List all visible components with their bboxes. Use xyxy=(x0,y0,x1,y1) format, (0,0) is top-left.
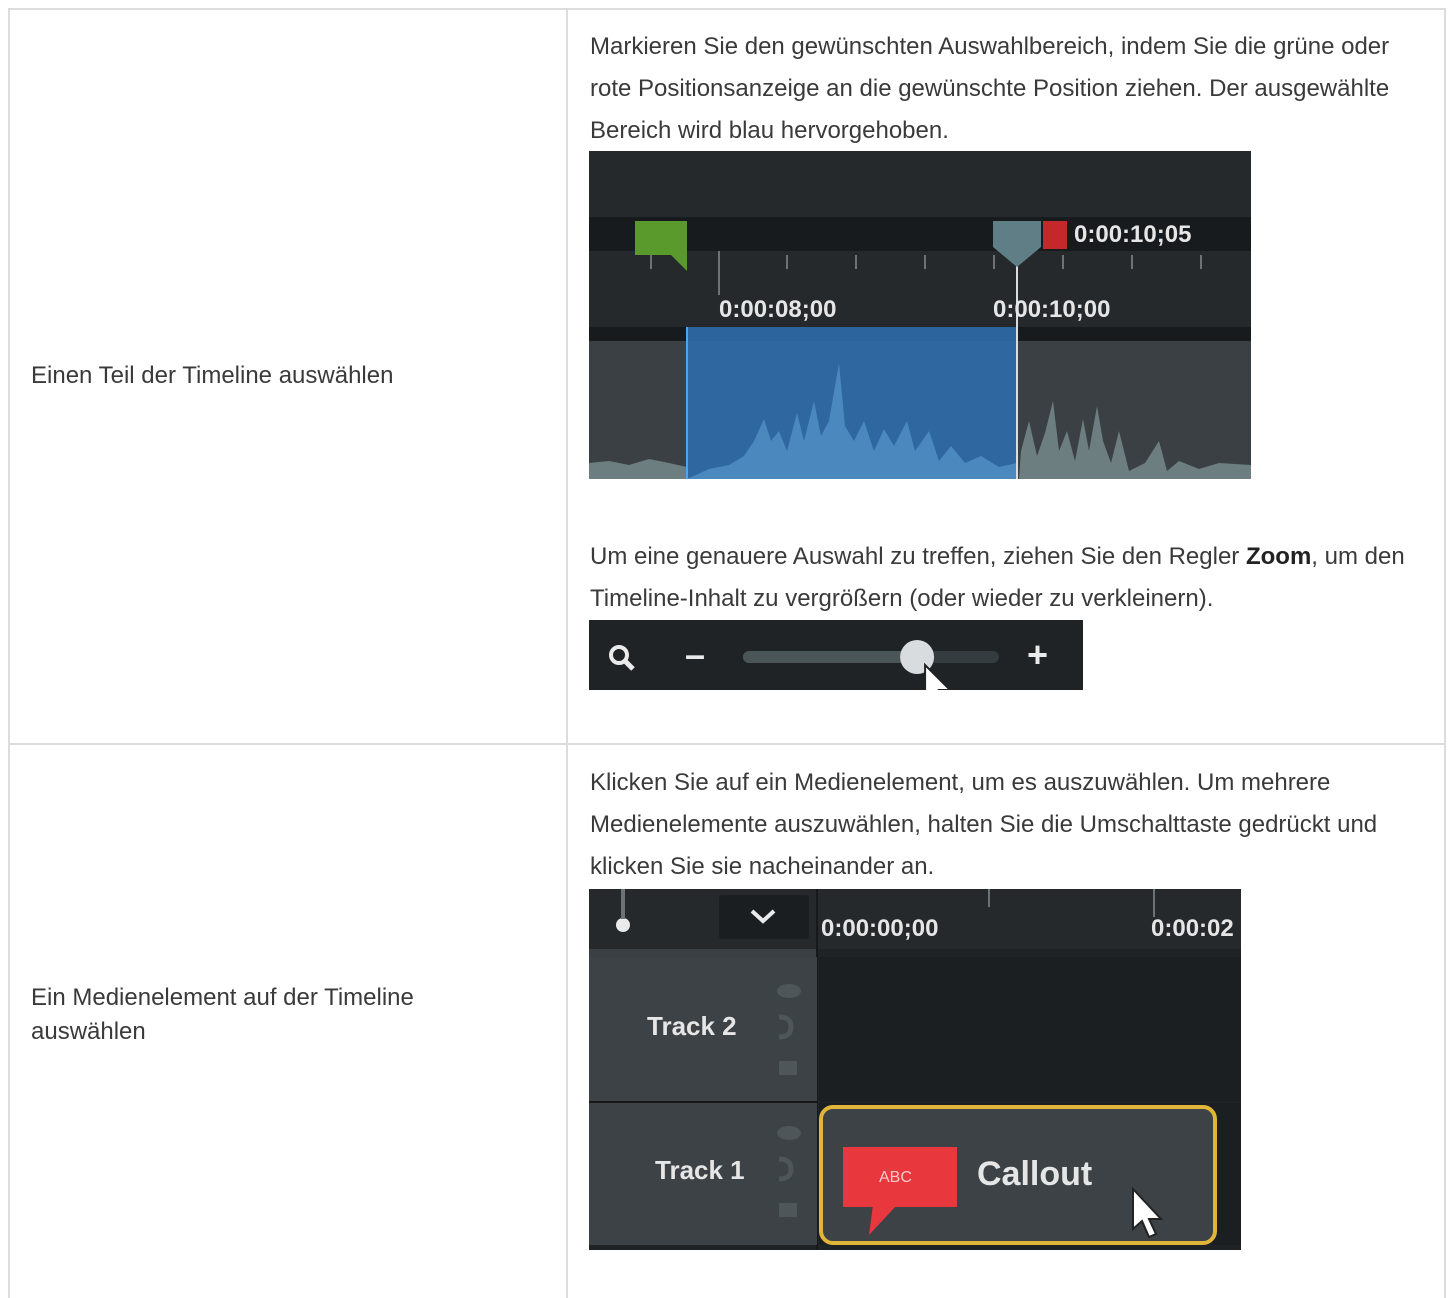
cursor-icon xyxy=(924,662,952,690)
callout-icon-text: ABC xyxy=(879,1169,912,1186)
tracks-screenshot: 0:00:00;00 0:00:02 Track 2 Track 1 ABC C… xyxy=(589,889,1241,1250)
row1-zoom-description: Um eine genauere Auswahl zu treffen, zie… xyxy=(590,543,1405,612)
selection-end-time: 0:00:10;05 xyxy=(1074,221,1192,248)
row1-label: Einen Teil der Timeline auswählen xyxy=(31,362,394,389)
zoom-in-button[interactable]: + xyxy=(1027,634,1048,676)
tick-label: 0:00:08;00 xyxy=(719,296,837,323)
magnifier-icon xyxy=(609,645,629,665)
row2-label: Ein Medienelement auf der Timeline auswä… xyxy=(31,984,414,1045)
zoom-out-button[interactable]: – xyxy=(685,634,705,676)
row-divider xyxy=(8,743,1446,745)
timeline-selection-screenshot: 0:00:10;05 0:00:08;00 0:00:10;00 xyxy=(589,151,1251,479)
time-label: 0:00:02 xyxy=(1151,915,1234,942)
callout-clip[interactable]: Callout xyxy=(977,1155,1092,1194)
zoom-slider-drawing xyxy=(609,640,999,690)
row1-description: Markieren Sie den gewünschten Auswahlber… xyxy=(590,33,1390,144)
zoom-term: Zoom xyxy=(1245,543,1312,570)
time-label: 0:00:00;00 xyxy=(821,915,939,942)
column-divider xyxy=(566,8,568,1298)
zoom-fill xyxy=(743,651,918,663)
row2-description: Klicken Sie auf ein Medienelement, um es… xyxy=(590,769,1378,880)
tick-label: 0:00:10;00 xyxy=(993,296,1111,323)
track-1-label[interactable]: Track 1 xyxy=(655,1155,745,1186)
track-2-label[interactable]: Track 2 xyxy=(647,1011,737,1042)
zoom-slider-screenshot: – + xyxy=(589,620,1083,690)
